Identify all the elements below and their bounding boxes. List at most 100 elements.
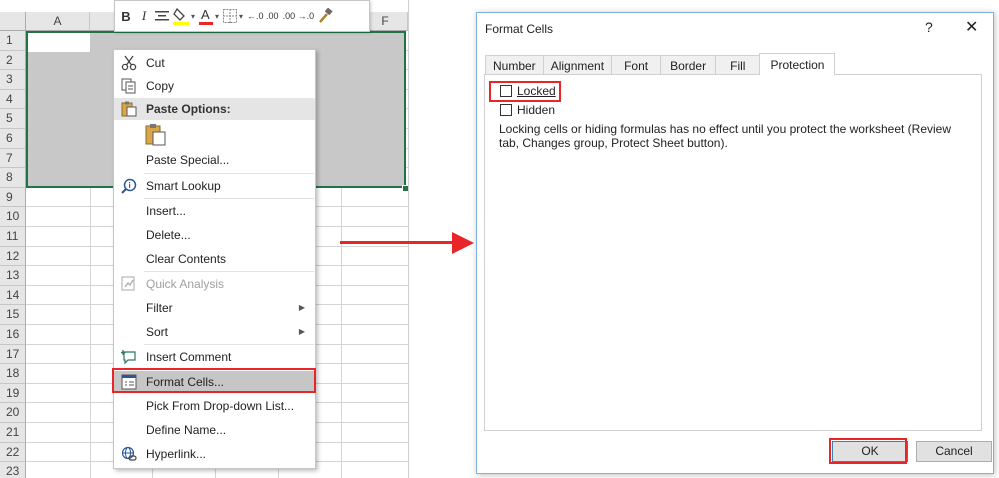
hidden-label[interactable]: Hidden: [517, 103, 555, 117]
scissors-icon: [120, 55, 138, 71]
dialog-tabs: Number Alignment Font Border Fill Protec…: [485, 53, 836, 75]
menu-item-label: Insert Comment: [146, 350, 232, 364]
menu-item-label: Pick From Drop-down List...: [146, 399, 295, 413]
row-header[interactable]: 10: [0, 207, 26, 227]
menu-item-label: Smart Lookup: [146, 179, 221, 193]
menu-item-delete[interactable]: Delete...: [114, 224, 315, 246]
row-header[interactable]: 13: [0, 266, 26, 286]
row-header[interactable]: 16: [0, 325, 26, 345]
red-arrow-head-icon: [452, 232, 474, 254]
row-header[interactable]: 3: [0, 70, 26, 90]
fill-color-icon[interactable]: [173, 5, 189, 27]
menu-item-insert-comment[interactable]: Insert Comment: [114, 346, 315, 368]
row-header[interactable]: 23: [0, 462, 26, 478]
column-header-a[interactable]: A: [26, 12, 90, 31]
paste-option-button[interactable]: [144, 123, 168, 147]
menu-item-label: Sort: [146, 325, 169, 339]
menu-item-copy[interactable]: Copy: [114, 75, 315, 97]
hyperlink-icon: [120, 446, 138, 462]
row-header[interactable]: 15: [0, 305, 26, 325]
row-header[interactable]: 4: [0, 89, 26, 110]
row-header[interactable]: 2: [0, 50, 26, 71]
bold-button[interactable]: B: [119, 5, 133, 27]
tab-border[interactable]: Border: [660, 55, 717, 75]
row-header[interactable]: 18: [0, 364, 26, 384]
menu-separator: [144, 198, 314, 199]
tab-fill[interactable]: Fill: [715, 55, 761, 75]
row-header[interactable]: 9: [0, 187, 26, 208]
insert-comment-icon: [120, 349, 138, 365]
tab-font[interactable]: Font: [611, 55, 662, 75]
menu-item-clear-contents[interactable]: Clear Contents: [114, 248, 315, 270]
row-header[interactable]: 22: [0, 442, 26, 463]
row-header[interactable]: 8: [0, 168, 26, 188]
row-header[interactable]: 19: [0, 383, 26, 404]
menu-item-hyperlink[interactable]: Hyperlink...: [114, 443, 315, 465]
menu-item-quick-analysis[interactable]: Quick Analysis: [114, 273, 315, 295]
copy-icon: [120, 78, 138, 94]
close-button[interactable]: ✕: [965, 17, 978, 37]
help-button[interactable]: ?: [925, 19, 933, 35]
row-header[interactable]: 21: [0, 423, 26, 443]
italic-button[interactable]: I: [137, 5, 151, 27]
row-header[interactable]: 6: [0, 129, 26, 149]
tab-alignment[interactable]: Alignment: [542, 55, 613, 75]
row-header[interactable]: 5: [0, 109, 26, 129]
row-header[interactable]: 14: [0, 285, 26, 306]
row-header[interactable]: 11: [0, 227, 26, 247]
mini-toolbar: B I ▾ A ▾ ▾ ←.0 .00 .00 →.0: [114, 0, 370, 32]
decrease-decimal-icon[interactable]: .00 →.0: [283, 5, 315, 27]
sheet-edge: [408, 0, 416, 478]
hidden-checkbox[interactable]: [500, 104, 512, 116]
quick-analysis-icon: [120, 276, 138, 292]
row-header[interactable]: 7: [0, 148, 26, 169]
tab-protection[interactable]: Protection: [759, 53, 836, 75]
menu-separator: [144, 271, 314, 272]
menu-item-pick-from-list[interactable]: Pick From Drop-down List...: [114, 395, 315, 417]
menu-item-cut[interactable]: Cut: [114, 52, 315, 74]
active-cell-a1[interactable]: [28, 33, 90, 52]
borders-dropdown-icon[interactable]: ▾: [239, 12, 243, 21]
context-menu: Cut Copy Paste Options: Paste Special...…: [113, 49, 316, 469]
locked-highlight-box: [489, 81, 561, 102]
format-painter-icon[interactable]: [318, 5, 334, 27]
menu-item-paste-special[interactable]: Paste Special...: [114, 149, 315, 171]
submenu-arrow-icon: ▶: [298, 327, 305, 336]
font-color-dropdown-icon[interactable]: ▾: [215, 12, 219, 21]
menu-item-smart-lookup[interactable]: i Smart Lookup: [114, 175, 315, 197]
menu-item-label: Hyperlink...: [146, 447, 207, 461]
svg-text:A: A: [201, 7, 210, 22]
paste-icon: [144, 124, 168, 150]
fill-color-dropdown-icon[interactable]: ▾: [191, 12, 195, 21]
select-all-corner[interactable]: [0, 12, 26, 31]
menu-header-paste-options: Paste Options:: [114, 98, 315, 120]
submenu-arrow-icon: ▶: [298, 303, 305, 312]
paste-icon: [120, 101, 138, 117]
red-arrow-line: [340, 241, 458, 244]
menu-item-label: Delete...: [146, 228, 191, 242]
row-header[interactable]: 20: [0, 403, 26, 423]
menu-item-label: Paste Options:: [146, 102, 231, 116]
menu-item-filter[interactable]: Filter ▶: [114, 297, 315, 319]
row-header[interactable]: 12: [0, 246, 26, 267]
menu-item-sort[interactable]: Sort ▶: [114, 321, 315, 343]
tab-number[interactable]: Number: [485, 55, 544, 75]
svg-text:i: i: [129, 181, 131, 190]
menu-item-define-name[interactable]: Define Name...: [114, 419, 315, 441]
align-center-icon[interactable]: [155, 5, 169, 27]
borders-icon[interactable]: [223, 5, 238, 27]
menu-separator: [144, 344, 314, 345]
menu-item-insert[interactable]: Insert...: [114, 200, 315, 222]
row-header[interactable]: 1: [0, 31, 26, 51]
font-color-icon[interactable]: A: [199, 5, 214, 27]
menu-separator: [144, 173, 314, 174]
increase-decimal-icon[interactable]: ←.0 .00: [247, 5, 279, 27]
dialog-title: Format Cells: [485, 22, 554, 36]
menu-item-label: Copy: [146, 79, 175, 93]
row-header[interactable]: 17: [0, 344, 26, 365]
cancel-button[interactable]: Cancel: [916, 441, 992, 462]
menu-item-label: Paste Special...: [146, 153, 230, 167]
menu-item-label: Define Name...: [146, 423, 227, 437]
format-cells-dialog: Format Cells ? ✕ Number Alignment Font B…: [476, 12, 994, 474]
menu-item-label: Insert...: [146, 204, 187, 218]
